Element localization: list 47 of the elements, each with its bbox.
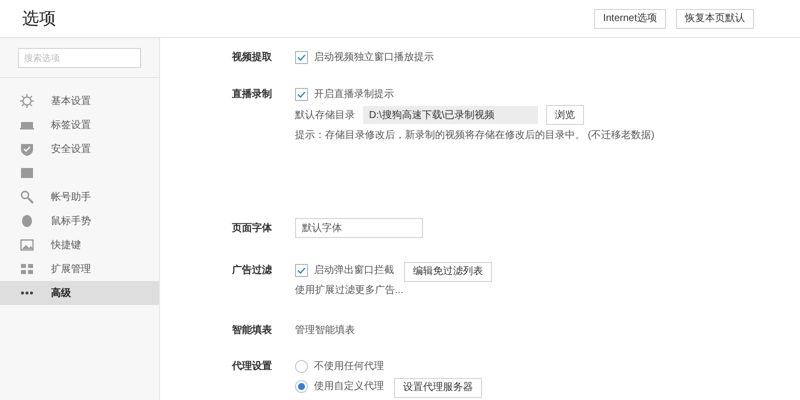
text-link[interactable]: 管理智能填表 <box>295 322 355 338</box>
search-icon <box>20 190 34 204</box>
section-title: 视频提取 <box>232 50 273 64</box>
shield-icon <box>20 142 34 156</box>
section-title: 直播录制 <box>232 88 273 102</box>
mouse-icon <box>20 214 34 228</box>
window-title: 选项 <box>22 8 56 30</box>
section-title: 页面字体 <box>232 221 273 236</box>
browse-button[interactable]: 浏览 <box>546 105 584 125</box>
field-label: 默认存储目录 <box>295 108 355 122</box>
sidebar-item[interactable]: 快捷键 <box>0 233 159 257</box>
checkbox[interactable] <box>295 264 308 276</box>
checkbox-label: 开启直播录制提示 <box>314 88 394 102</box>
path-field[interactable]: D:\搜狗高速下载\已录制视频 <box>363 106 538 124</box>
radio-button[interactable] <box>295 380 308 392</box>
checkbox-label: 启动视频独立窗口播放提示 <box>314 50 434 64</box>
checkbox[interactable] <box>295 88 308 100</box>
sidebar-item[interactable]: 基本设置 <box>0 89 159 113</box>
radio-label: 不使用任何代理 <box>314 360 384 374</box>
section-title: 广告过滤 <box>232 263 273 278</box>
edit-list-button[interactable]: 编辑免过滤列表 <box>404 262 492 282</box>
checkbox[interactable] <box>295 50 308 64</box>
checkbox-label: 启动弹出窗口拦截 <box>314 264 394 278</box>
header-button[interactable]: Internet选项 <box>594 8 666 28</box>
radio-label: 使用自定义代理 <box>314 380 384 394</box>
image-icon <box>20 238 34 252</box>
grid-icon <box>20 262 34 276</box>
header-button[interactable]: 恢复本页默认 <box>676 8 754 28</box>
sidebar-item[interactable]: 标签设置 <box>0 113 159 137</box>
sidebar-item[interactable]: 安全设置 <box>0 137 159 161</box>
gear-icon <box>20 94 34 108</box>
section-title: 代理设置 <box>232 360 273 374</box>
sidebar-item[interactable]: 扩展管理 <box>0 257 159 281</box>
check-icon <box>297 266 306 274</box>
proxy-server-button[interactable]: 设置代理服务器 <box>394 378 482 398</box>
box-icon <box>20 166 34 180</box>
check-icon <box>297 52 306 62</box>
sidebar-item[interactable]: 高级 <box>0 281 159 305</box>
search-field[interactable]: 搜索选项 <box>18 48 141 68</box>
radio-button[interactable] <box>295 360 308 372</box>
text-link[interactable]: 使用扩展过滤更多广告... <box>295 282 404 298</box>
font-select[interactable]: 默认字体 <box>295 218 423 238</box>
sidebar-item[interactable]: 鼠标手势 <box>0 209 159 233</box>
hint-text: 提示：存储目录修改后，新录制的视频将存储在修改后的目录中。 (不迁移老数据) <box>295 128 654 142</box>
sidebar-item[interactable]: 帐号助手 <box>0 185 159 209</box>
section-title: 智能填表 <box>232 324 273 338</box>
check-icon <box>297 90 306 98</box>
